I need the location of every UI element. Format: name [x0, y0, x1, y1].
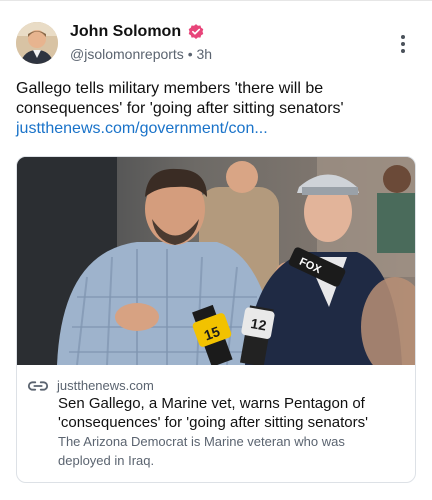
post-text-line: Gallego tells military members 'there wi… — [16, 80, 324, 97]
post-text: Gallego tells military members 'there wi… — [16, 79, 416, 139]
author-handle[interactable]: @jsolomonreports — [70, 46, 184, 62]
link-icon — [27, 380, 49, 391]
link-preview-card[interactable]: 15 12 FOX justthenews.com Sen Gallego, a… — [16, 156, 416, 483]
card-domain: justthenews.com — [57, 378, 154, 393]
post-time: 3h — [196, 46, 213, 62]
author-meta: @jsolomonreports • 3h — [70, 46, 212, 62]
verified-badge-icon — [187, 23, 205, 41]
author-name-row: John Solomon — [70, 23, 205, 41]
card-title[interactable]: Sen Gallego, a Marine vet, warns Pentago… — [58, 394, 408, 432]
card-title-line: Sen Gallego, a Marine vet, warns Pentago… — [58, 395, 365, 412]
meta-separator: • — [187, 46, 193, 62]
post-link[interactable]: justthenews.com/government/con... — [16, 119, 416, 139]
card-description-line: deployed in Iraq. — [58, 453, 155, 468]
post-text-line: consequences' for 'going after sitting s… — [16, 100, 344, 117]
mic-flag-label: 12 — [250, 315, 268, 333]
top-divider — [0, 0, 432, 1]
more-vertical-icon — [401, 35, 405, 53]
author-name[interactable]: John Solomon — [70, 23, 181, 41]
card-image[interactable]: 15 12 FOX — [17, 157, 415, 365]
more-options-button[interactable] — [396, 34, 410, 54]
card-title-line: 'consequences' for 'going after sitting … — [58, 414, 368, 431]
author-avatar[interactable] — [16, 22, 58, 64]
avatar-image — [16, 22, 58, 64]
card-description-line: The Arizona Democrat is Marine veteran w… — [58, 434, 345, 449]
card-domain-row: justthenews.com — [27, 378, 154, 393]
card-description: The Arizona Democrat is Marine veteran w… — [58, 432, 408, 470]
